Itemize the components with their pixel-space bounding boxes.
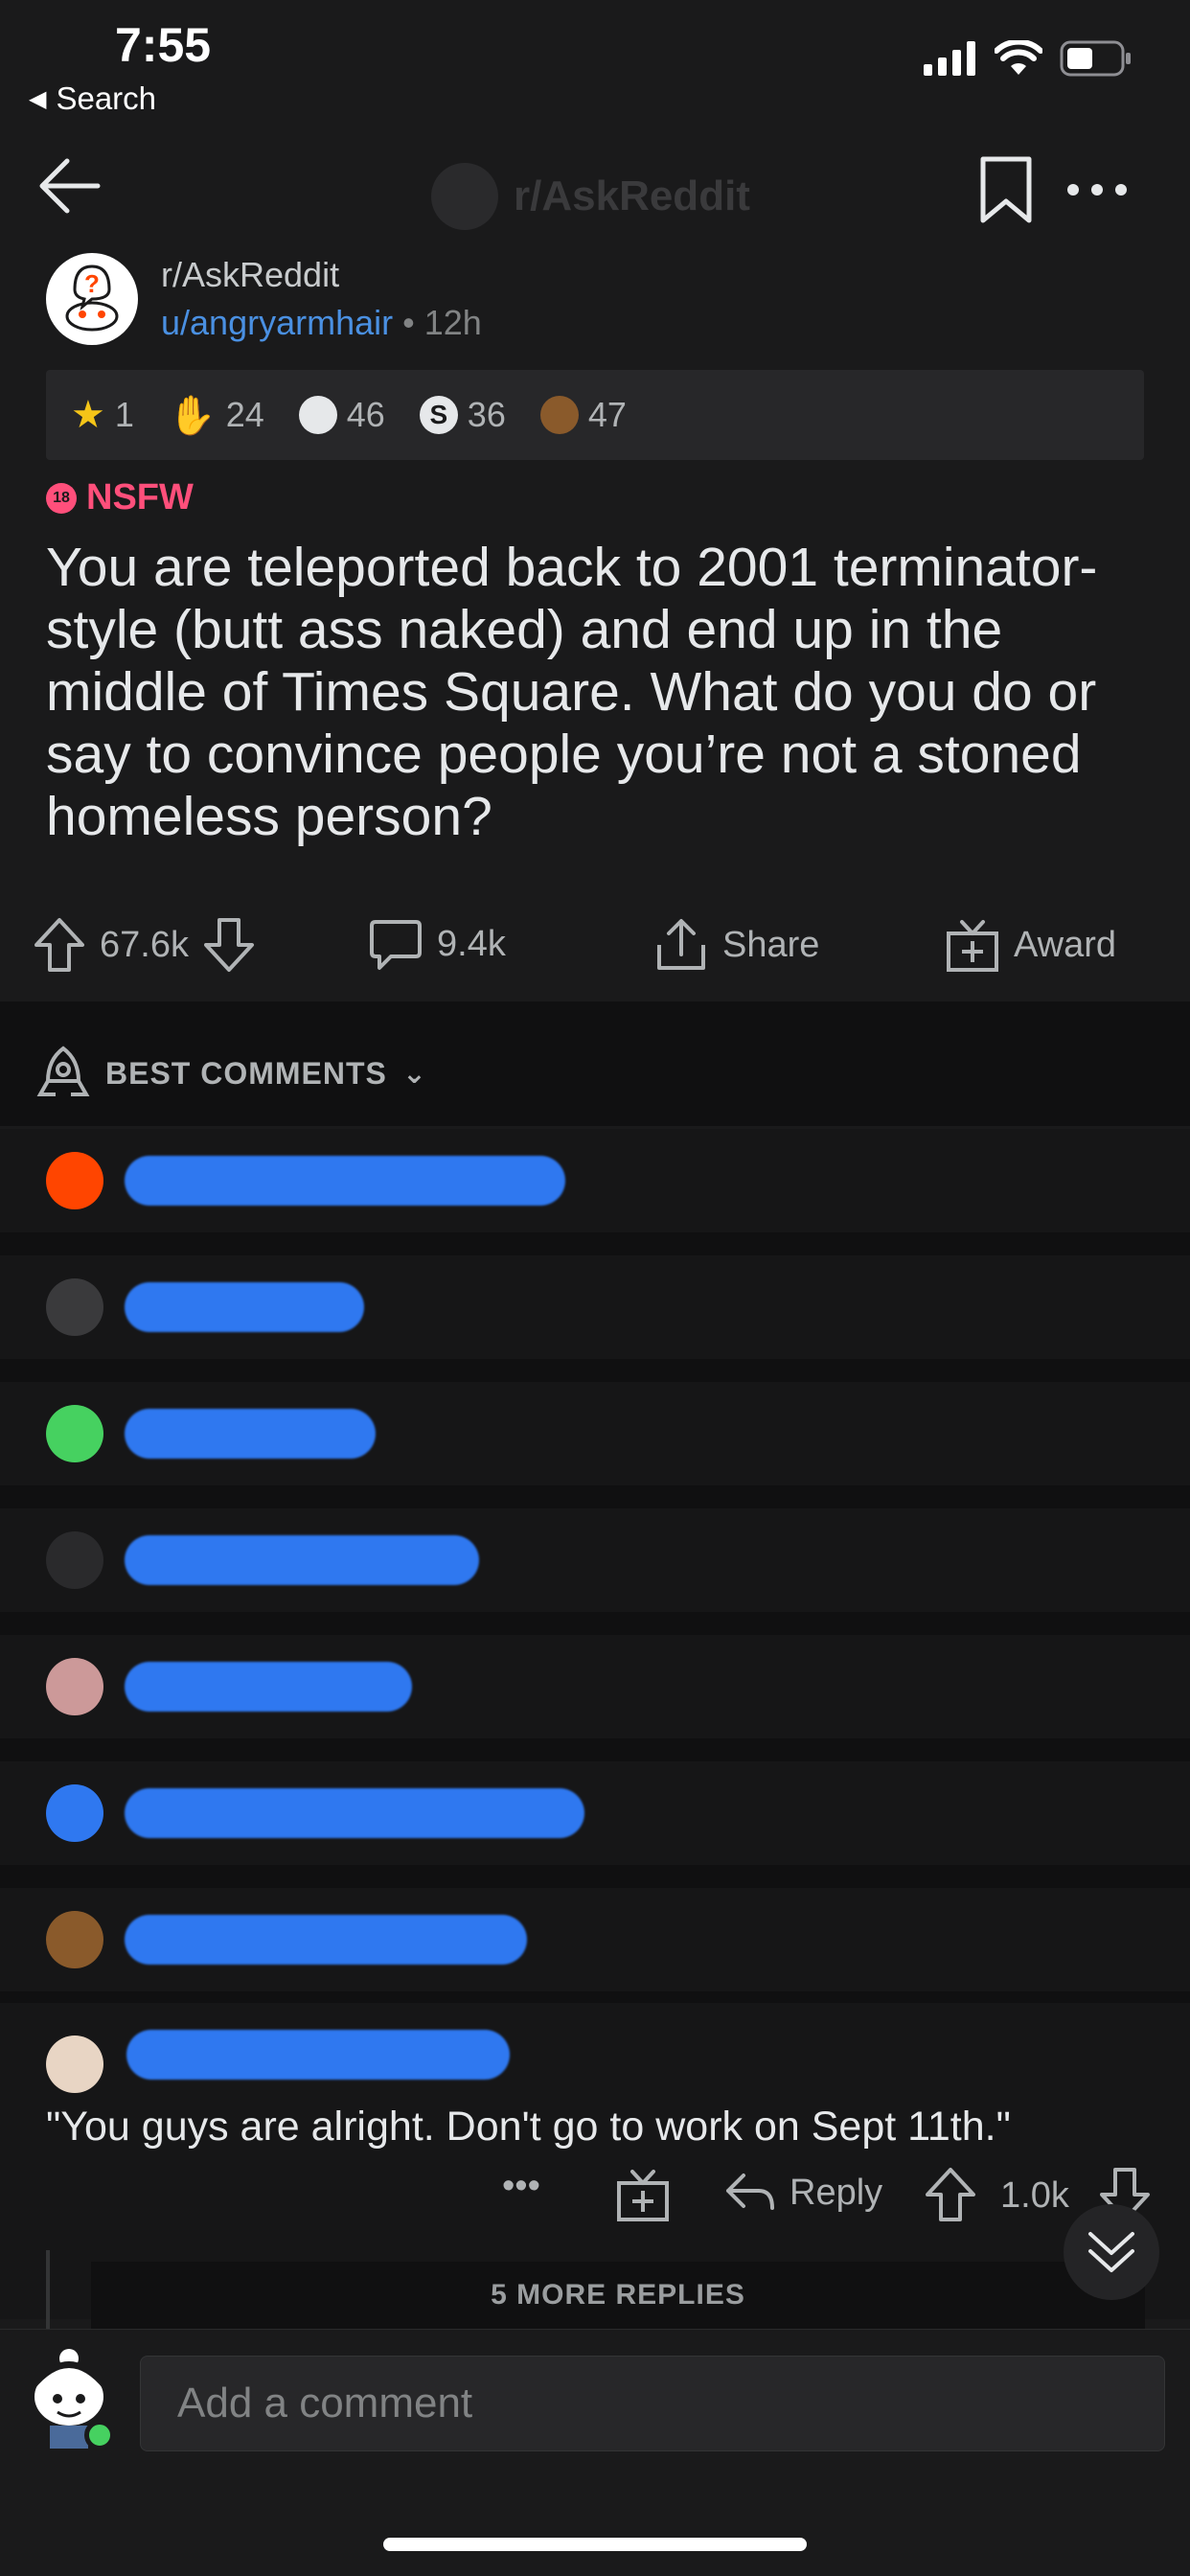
comments-button[interactable]: 9.4k	[368, 916, 506, 972]
section-divider	[0, 1001, 1190, 1021]
home-indicator[interactable]	[383, 2538, 807, 2551]
post-vote-count: 67.6k	[100, 924, 189, 965]
comment-gap	[0, 1232, 1190, 1255]
user-avatar	[46, 1911, 103, 1968]
user-avatar	[46, 1278, 103, 1336]
comment-count: 9.4k	[437, 923, 506, 964]
silver-award-icon: S	[419, 396, 458, 434]
comment-gap	[0, 1359, 1190, 1382]
award-item: S 36	[419, 395, 506, 435]
collapsed-comment[interactable]	[0, 1888, 1190, 1991]
collapsed-comment[interactable]	[0, 1129, 1190, 1232]
user-avatar	[46, 1405, 103, 1462]
share-label: Share	[722, 924, 820, 965]
subreddit-avatar[interactable]: ?	[46, 253, 138, 345]
share-icon	[657, 919, 705, 970]
award-item: 47	[539, 395, 627, 435]
wholesome-award-icon	[298, 396, 337, 434]
battery-icon	[1060, 40, 1131, 77]
post-age: 12h	[423, 303, 482, 342]
award-item: 46	[298, 395, 385, 435]
askreddit-icon: ?	[65, 264, 119, 332]
more-options-icon[interactable]	[1065, 182, 1129, 197]
comment-gap	[0, 1865, 1190, 1888]
reply-label: Reply	[790, 2172, 883, 2213]
gold-star-award-icon: ★	[71, 394, 105, 436]
award-label: Award	[1014, 924, 1117, 965]
post-title[interactable]: You are teleported back to 2001 terminat…	[46, 537, 1148, 848]
hand-award-icon: ✋	[168, 394, 217, 437]
add-comment-input[interactable]	[140, 2356, 1165, 2451]
redaction-mark	[125, 1282, 364, 1332]
comment-body: "You guys are alright. Don't go to work …	[46, 2104, 1011, 2150]
comment-gap	[0, 1738, 1190, 1761]
collapsed-comment[interactable]	[0, 1761, 1190, 1865]
redaction-mark	[126, 2030, 510, 2080]
status-time: 7:55	[115, 18, 212, 72]
commenter-avatar[interactable]	[46, 2036, 103, 2093]
status-icons	[924, 40, 1133, 77]
thread-line	[46, 2250, 50, 2336]
comment-upvote-icon[interactable]	[924, 2166, 977, 2223]
nsfw-tag: 18 NSFW	[46, 477, 194, 518]
collapsed-comment[interactable]	[0, 1635, 1190, 1738]
redaction-mark	[125, 1915, 527, 1965]
bookmark-icon[interactable]	[977, 155, 1035, 224]
back-arrow-icon[interactable]	[34, 151, 103, 220]
share-button[interactable]: Share	[653, 916, 819, 974]
meta-separator: •	[402, 303, 415, 342]
wifi-icon	[995, 40, 1042, 75]
more-replies-button[interactable]: 5 MORE REPLIES	[91, 2262, 1145, 2329]
comment-sort-button[interactable]: BEST COMMENTS ⌄	[0, 1021, 1190, 1126]
sort-label: BEST COMMENTS	[105, 1055, 387, 1091]
gift-icon	[947, 920, 998, 972]
post-actions: 67.6k 9.4k Share Award	[0, 901, 1190, 987]
comment-vote-count: 1.0k	[1000, 2175, 1069, 2216]
comment-gap	[0, 1612, 1190, 1635]
jump-next-comment-button[interactable]	[1064, 2204, 1159, 2300]
nav-title: r/AskReddit	[431, 163, 750, 230]
user-avatar	[46, 1152, 103, 1209]
collapsed-comment[interactable]	[0, 1508, 1190, 1612]
vote-group: 67.6k	[33, 916, 256, 974]
post-author[interactable]: u/angryarmhair	[161, 303, 393, 342]
award-item: ✋ 24	[168, 394, 264, 437]
post-meta: u/angryarmhair • 12h	[161, 303, 482, 343]
redaction-mark	[125, 1535, 479, 1585]
back-to-search[interactable]: ◀ Search	[29, 80, 156, 117]
redaction-mark	[125, 1409, 376, 1459]
comment-gap	[0, 1485, 1190, 1508]
chevron-down-icon: ⌄	[401, 1057, 428, 1090]
user-avatar	[46, 1531, 103, 1589]
redaction-mark	[125, 1788, 584, 1838]
collapsed-comment[interactable]	[0, 1382, 1190, 1485]
reply-arrow-icon	[726, 2174, 774, 2210]
post-subreddit[interactable]: r/AskReddit	[161, 255, 339, 295]
comment-award-gift-icon[interactable]	[615, 2166, 671, 2223]
nsfw-18-icon: 18	[46, 482, 77, 514]
award-item: ★ 1	[71, 394, 134, 436]
subreddit-snoo-icon	[431, 163, 498, 230]
back-label: Search	[56, 80, 157, 116]
collapsed-comment[interactable]	[0, 1255, 1190, 1359]
double-chevron-down-icon	[1088, 2232, 1134, 2272]
awards-bar[interactable]: ★ 1 ✋ 24 46 S 36 47	[46, 370, 1144, 460]
downvote-icon[interactable]	[202, 916, 256, 974]
back-triangle-icon: ◀	[29, 85, 47, 112]
redaction-mark	[125, 1662, 412, 1712]
cellular-signal-icon	[924, 41, 975, 76]
svg-text:?: ?	[84, 269, 100, 298]
redaction-mark	[125, 1156, 565, 1206]
online-status-dot	[84, 2420, 115, 2450]
comment-bubble-icon	[370, 920, 422, 970]
comment-more-icon[interactable]: •••	[502, 2166, 540, 2207]
upvote-icon[interactable]	[33, 916, 86, 974]
comment-actions: ••• Reply 1.0k	[0, 2166, 1190, 2233]
monkey-award-icon	[539, 396, 579, 434]
reply-button[interactable]: Reply	[722, 2170, 882, 2216]
user-avatar	[46, 1784, 103, 1842]
award-button[interactable]: Award	[945, 916, 1116, 974]
user-avatar	[46, 1658, 103, 1715]
rocket-icon	[36, 1046, 90, 1096]
